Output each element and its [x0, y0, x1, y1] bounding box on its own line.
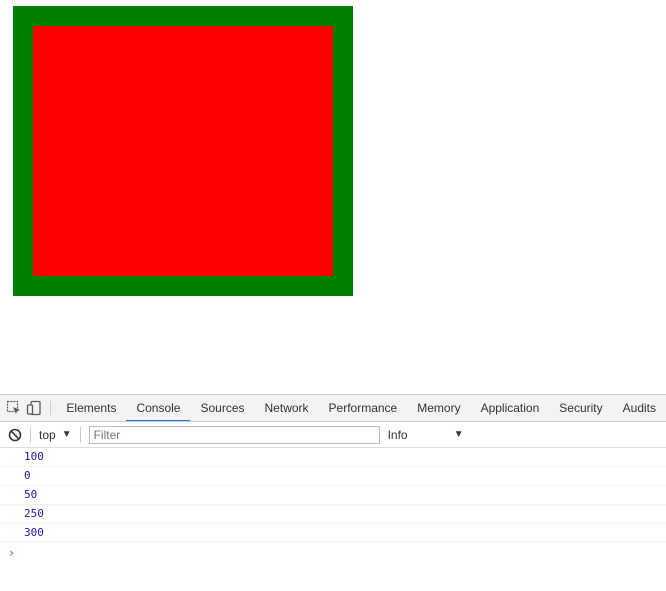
tab-sources[interactable]: Sources — [190, 395, 254, 421]
device-toolbar-icon[interactable] — [24, 395, 44, 421]
console-message: 250 — [0, 505, 666, 524]
console-prompt[interactable]: › — [0, 543, 666, 563]
log-level-value: Info — [387, 427, 408, 442]
tab-security[interactable]: Security — [549, 395, 612, 421]
console-filter-input[interactable] — [88, 425, 380, 444]
toolbar-divider — [30, 426, 31, 443]
tab-console[interactable]: Console — [126, 395, 191, 421]
console-message: 300 — [0, 524, 666, 543]
devtools-tabbar: Elements Console Sources Network Performance… — [0, 395, 666, 422]
tab-application[interactable]: Application — [471, 395, 550, 421]
context-selector-value: top — [39, 427, 56, 442]
green-bordered-box — [13, 6, 353, 296]
console-message: 100 — [0, 448, 666, 467]
console-toolbar: top ▼ Info ▼ — [0, 422, 666, 448]
clear-console-icon[interactable] — [8, 428, 22, 442]
console-message: 0 — [0, 467, 666, 486]
dropdown-triangle-icon: ▼ — [453, 429, 464, 440]
tab-network[interactable]: Network — [255, 395, 319, 421]
prompt-chevron-icon: › — [8, 546, 16, 560]
log-level-selector[interactable]: Info ▼ — [388, 428, 464, 442]
console-message: 50 — [0, 486, 666, 505]
page-viewport — [0, 0, 666, 394]
tab-performance[interactable]: Performance — [319, 395, 408, 421]
tab-audits[interactable]: Audits — [613, 395, 666, 421]
devtools-tabs: Elements Console Sources Network Performance… — [56, 395, 666, 421]
tab-memory[interactable]: Memory — [407, 395, 470, 421]
console-messages: 100 0 50 250 300 — [0, 448, 666, 543]
dropdown-triangle-icon: ▼ — [61, 429, 72, 440]
toolbar-divider — [79, 426, 81, 443]
inspect-element-icon[interactable] — [4, 395, 24, 421]
context-selector[interactable]: top ▼ — [39, 428, 72, 442]
devtools-panel: Elements Console Sources Network Performance… — [0, 394, 666, 591]
tab-elements[interactable]: Elements — [56, 395, 126, 421]
tabbar-divider — [49, 401, 51, 415]
